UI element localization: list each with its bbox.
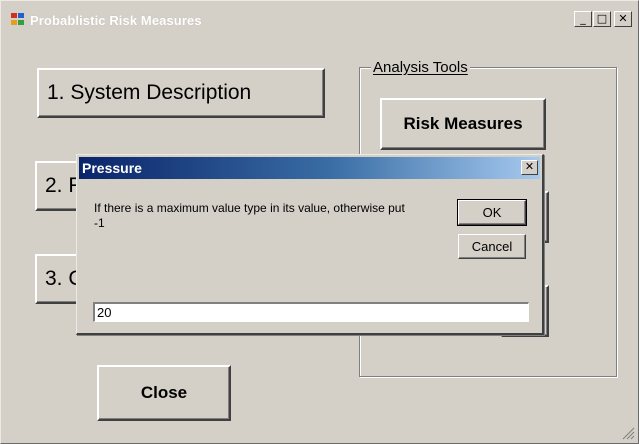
window-title: Probablistic Risk Measures [30,13,202,28]
close-button[interactable]: Close [97,365,231,421]
pressure-dialog: Pressure ✕ If there is a maximum value t… [76,154,544,335]
risk-measures-button[interactable]: Risk Measures [380,98,546,150]
caption-buttons: _ □ ✕ [574,11,632,27]
dialog-titlebar[interactable]: Pressure ✕ [79,157,540,179]
analysis-tools-label: Analysis Tools [371,59,470,76]
ok-label: OK [482,205,502,220]
ok-button[interactable]: OK [457,199,527,226]
maximize-button[interactable]: □ [593,11,611,27]
system-description-label: 1. System Description [47,81,252,104]
cancel-button[interactable]: Cancel [458,234,526,259]
dialog-close-button[interactable]: ✕ [521,160,538,175]
dialog-prompt: If there is a maximum value type in its … [94,201,405,230]
close-button-label: Close [140,383,188,402]
cancel-label: Cancel [471,239,513,254]
dialog-title: Pressure [82,160,142,176]
system-description-button[interactable]: 1. System Description [37,68,325,118]
minimize-button[interactable]: _ [574,11,592,27]
window-titlebar[interactable]: Probablistic Risk Measures _ □ ✕ [3,3,636,33]
app-icon [11,13,25,26]
risk-measures-label: Risk Measures [403,114,523,133]
value-input[interactable] [93,302,529,322]
resize-grip-icon[interactable] [621,426,635,440]
close-window-button[interactable]: ✕ [614,11,632,27]
